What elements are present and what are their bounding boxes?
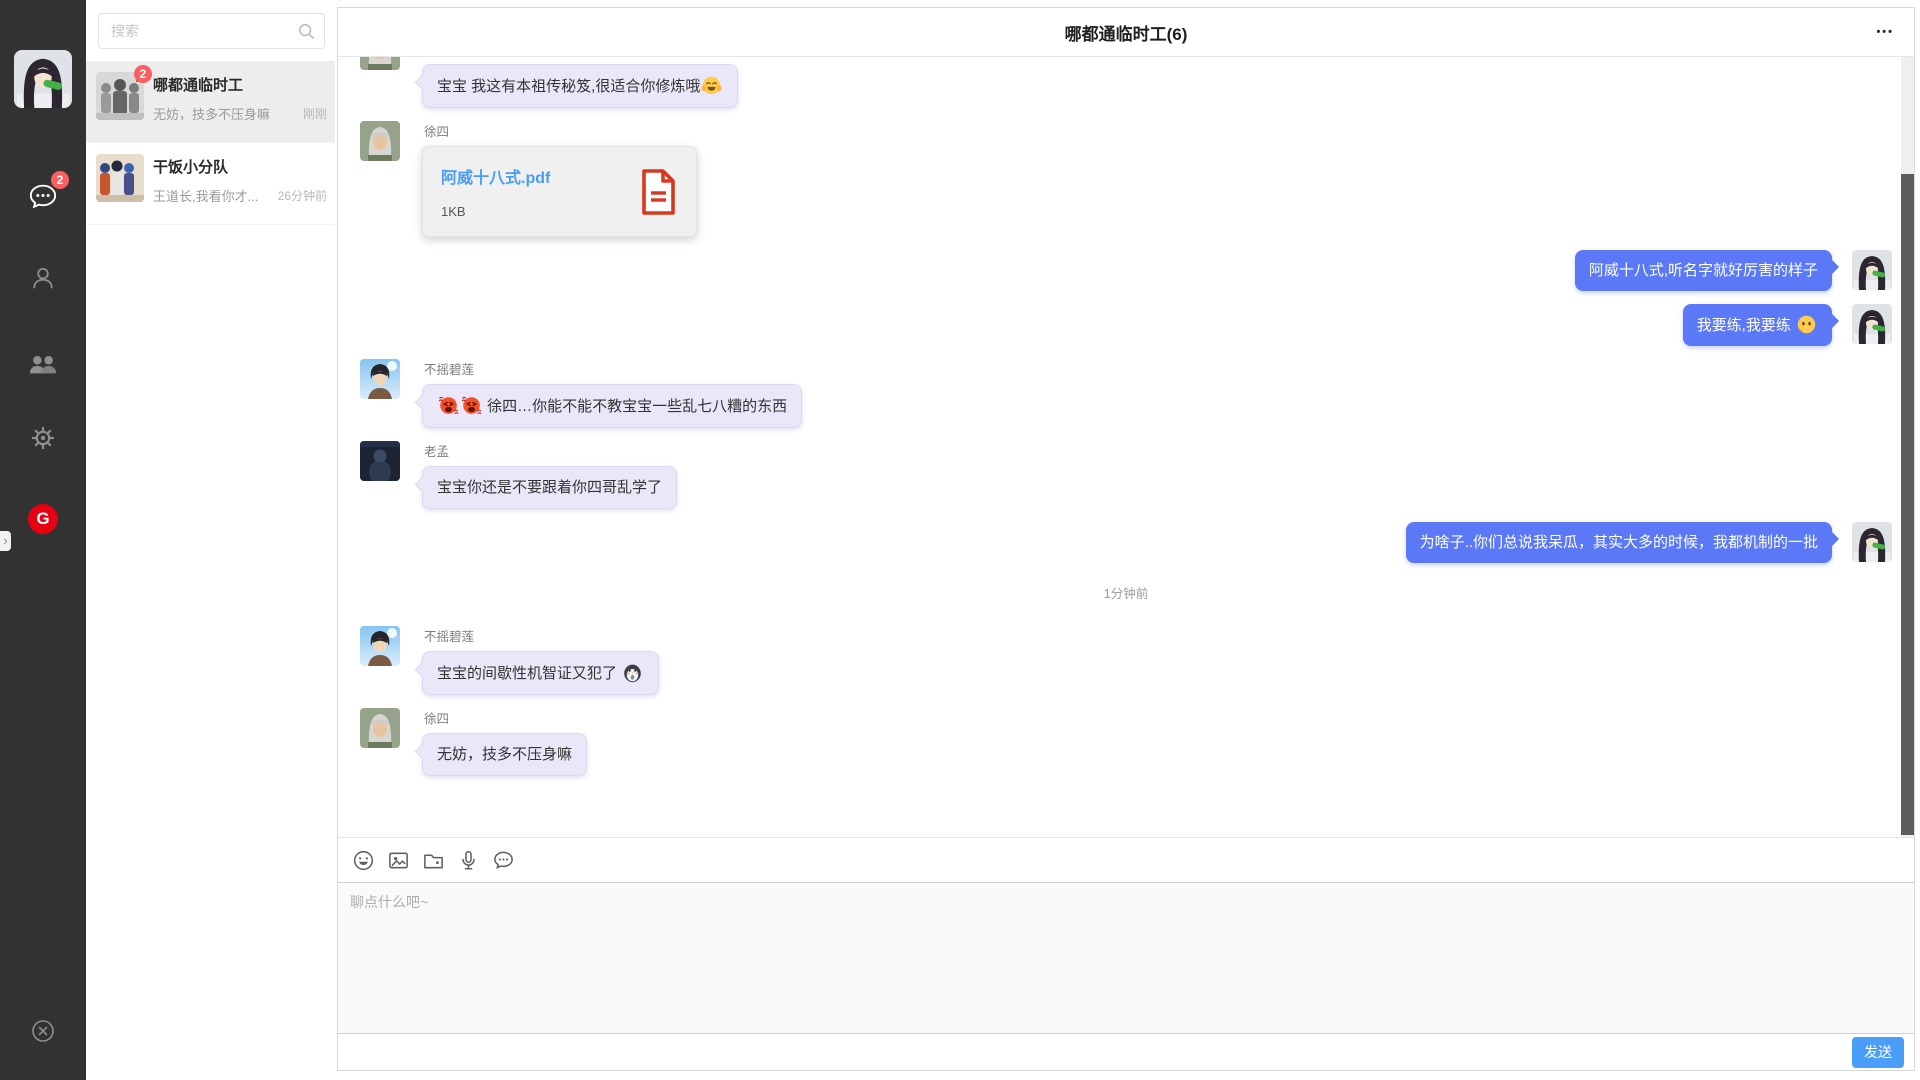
message-row: 我要练,我要练 [360, 304, 1892, 346]
chat-header: 哪都通临时工(6) ••• [338, 8, 1914, 57]
avatar-buyaobilian[interactable] [360, 626, 400, 666]
app-logo[interactable]: G [28, 504, 58, 534]
mic-icon[interactable] [456, 848, 480, 872]
avatar-self[interactable] [1852, 304, 1892, 344]
file-name[interactable]: 阿威十八式.pdf [441, 164, 624, 188]
conversation-preview: 王道长,我看你才... [153, 186, 273, 205]
scrollbar-track[interactable] [1901, 57, 1914, 837]
conversation-item-nadutong[interactable]: 2 哪都通临时工 无妨，技多不压身嘛 刚刚 [86, 61, 335, 143]
more-menu-button[interactable]: ••• [1872, 22, 1898, 42]
avatar-self[interactable] [1852, 522, 1892, 562]
conversation-time: 26分钟前 [278, 187, 327, 204]
conversation-item-ganfan[interactable]: 干饭小分队 王道长,我看你才... 26分钟前 [86, 143, 335, 225]
search-icon[interactable] [293, 22, 324, 40]
message-bubble: 为啥子..你们总说我呆瓜，其实大多的时候，我都机制的一批 [1406, 522, 1832, 563]
message-input-area: 聊点什么吧~ 发送 [338, 837, 1914, 1070]
time-divider: 1分钟前 [360, 583, 1892, 602]
message-bubble: 徐四…你能不能不教宝宝一些乱七八糟的东西 [422, 384, 802, 428]
collapse-chevron-icon[interactable]: › [0, 531, 11, 551]
conversation-preview: 无妨，技多不压身嘛 [153, 104, 273, 123]
close-circle-icon [31, 1030, 55, 1047]
message-row: 不摇碧莲 宝宝的间歇性机智证又犯了 [360, 626, 1892, 695]
user-avatar[interactable] [14, 50, 72, 108]
input-placeholder: 聊点什么吧~ [350, 894, 428, 910]
file-attachment[interactable]: 阿威十八式.pdf 1KB [422, 146, 697, 237]
group-avatar [96, 154, 144, 202]
message-row: 阿威十八式,听名字就好厉害的样子 [360, 250, 1892, 291]
file-size: 1KB [441, 204, 624, 219]
image-icon[interactable] [386, 848, 410, 872]
conversation-title: 干饭小分队 [153, 156, 273, 177]
message-row: 宝宝 我这有本祖传秘笈,很适合你修炼哦 [360, 57, 1892, 108]
folder-icon[interactable] [421, 848, 445, 872]
sender-name: 老孟 [424, 441, 677, 460]
group-avatar: 2 [96, 72, 144, 120]
logout-button[interactable] [31, 1019, 55, 1048]
message-bubble: 我要练,我要练 [1683, 304, 1832, 346]
conversation-title: 哪都通临时工 [153, 74, 273, 95]
settings-nav-button[interactable] [27, 422, 59, 454]
chat-wrapper: 哪都通临时工(6) ••• 宝宝 我这有本祖传秘笈,很适合你修炼哦 徐四 [335, 0, 1920, 1080]
message-row: 不摇碧莲 徐四…你能不能不教宝宝一些乱七八糟的东西 [360, 359, 1892, 428]
gear-icon [29, 424, 57, 452]
sender-name: 徐四 [424, 121, 697, 140]
avatar-buyaobilian[interactable] [360, 359, 400, 399]
send-row: 发送 [338, 1034, 1914, 1070]
avatar-self[interactable] [1852, 250, 1892, 290]
message-bubble: 无妨，技多不压身嘛 [422, 733, 587, 776]
emoji-picker-button[interactable] [351, 848, 375, 872]
pdf-file-icon [638, 168, 678, 216]
message-bubble: 宝宝你还是不要跟着你四哥乱学了 [422, 466, 677, 509]
search-row [86, 0, 335, 61]
message-list: 宝宝 我这有本祖传秘笈,很适合你修炼哦 徐四 阿威十八式.pdf 1KB [338, 57, 1914, 837]
message-row: 为啥子..你们总说我呆瓜，其实大多的时候，我都机制的一批 [360, 522, 1892, 563]
chat-panel: 哪都通临时工(6) ••• 宝宝 我这有本祖传秘笈,很适合你修炼哦 徐四 [337, 7, 1915, 1071]
groups-nav-button[interactable] [27, 348, 59, 380]
search-box [98, 13, 325, 49]
avatar-laomeng[interactable] [360, 441, 400, 481]
message-input[interactable]: 聊点什么吧~ [338, 882, 1914, 1034]
conversation-time: 刚刚 [303, 105, 327, 122]
message-row: 徐四 阿威十八式.pdf 1KB [360, 121, 1892, 237]
user-avatar-image [14, 50, 72, 108]
unread-total-badge: 2 [51, 171, 69, 189]
avatar-xusi[interactable] [360, 708, 400, 748]
chat-title: 哪都通临时工(6) [1065, 20, 1188, 45]
message-bubble: 宝宝 我这有本祖传秘笈,很适合你修炼哦 [422, 64, 738, 108]
search-input[interactable] [99, 23, 293, 39]
app-window: 2 [0, 0, 1920, 1080]
sender-name: 不摇碧莲 [424, 359, 802, 378]
send-button[interactable]: 发送 [1852, 1037, 1904, 1068]
message-bubble: 宝宝的间歇性机智证又犯了 [422, 651, 659, 695]
chats-nav-button[interactable]: 2 [27, 180, 59, 212]
unread-badge: 2 [134, 65, 152, 83]
chat-history-icon[interactable] [491, 848, 515, 872]
hugging-face-emoji [701, 75, 722, 96]
melting-face-emoji [1796, 314, 1817, 335]
group-icon [28, 349, 58, 379]
avatar-xusi[interactable] [360, 121, 400, 161]
input-toolbar [338, 838, 1914, 882]
sender-name: 徐四 [424, 708, 587, 727]
contacts-nav-button[interactable] [27, 262, 59, 294]
penguin-emoji [622, 662, 643, 683]
conversation-list-panel: 2 哪都通临时工 无妨，技多不压身嘛 刚刚 干饭小分队 王道长,我看你才... … [86, 0, 335, 1080]
message-row: 徐四 无妨，技多不压身嘛 [360, 708, 1892, 776]
sender-name: 不摇碧莲 [424, 626, 659, 645]
person-icon [29, 264, 57, 292]
enraged-face-emoji [461, 395, 482, 416]
message-bubble: 阿威十八式,听名字就好厉害的样子 [1575, 250, 1832, 291]
scrollbar-thumb[interactable] [1901, 174, 1914, 835]
enraged-face-emoji [438, 395, 459, 416]
nav-sidebar: 2 [0, 0, 86, 1080]
message-row: 老孟 宝宝你还是不要跟着你四哥乱学了 [360, 441, 1892, 509]
avatar-xusi[interactable] [360, 57, 400, 70]
